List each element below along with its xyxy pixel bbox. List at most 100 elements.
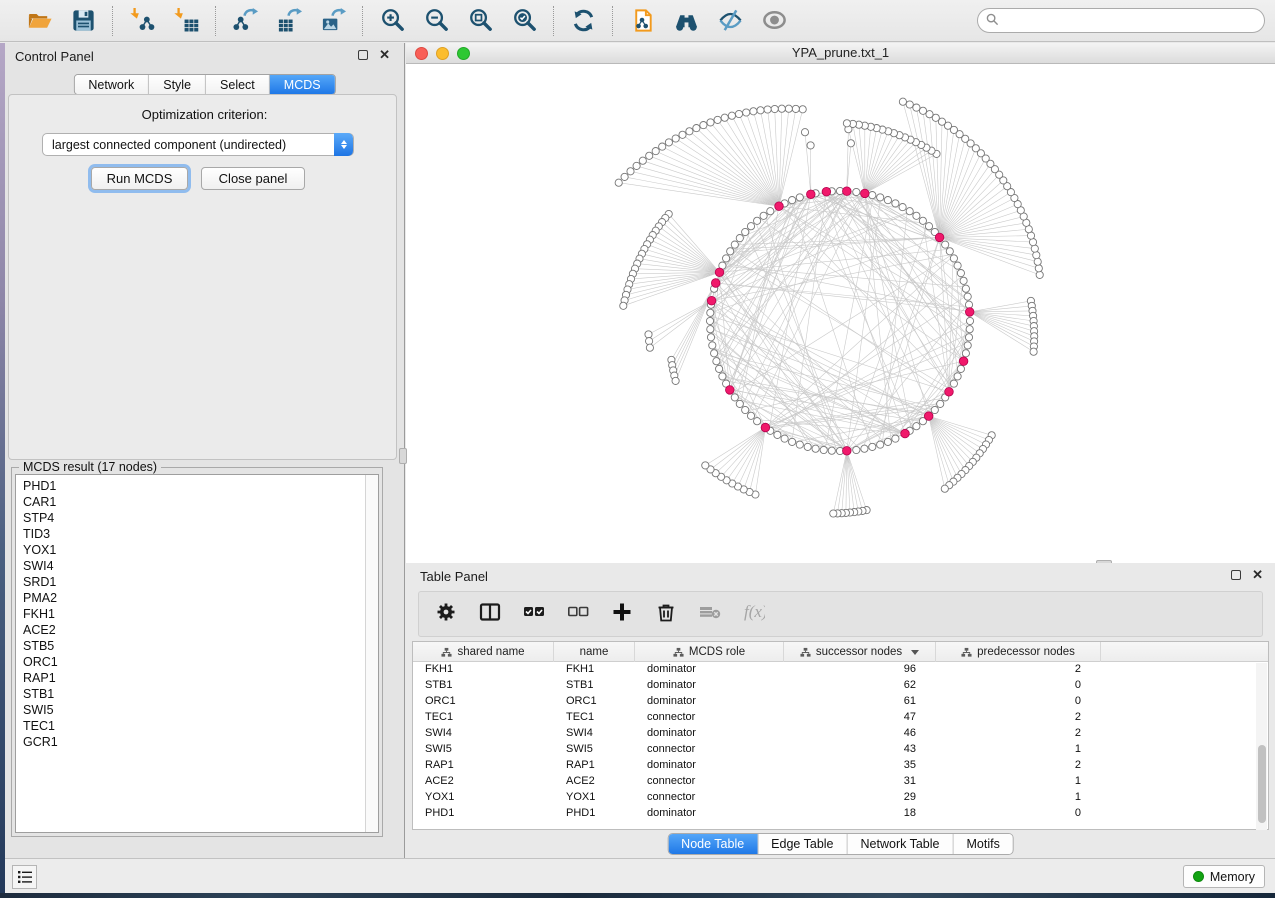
mcds-result-item[interactable]: RAP1 bbox=[23, 670, 378, 686]
result-list-scrollbar[interactable] bbox=[365, 475, 378, 832]
cell: RAP1 bbox=[554, 758, 635, 774]
cell: 46 bbox=[784, 726, 936, 742]
select-all-icon[interactable] bbox=[523, 601, 545, 628]
optimization-criterion-dropdown[interactable]: largest connected component (undirected) bbox=[42, 133, 354, 156]
toolbar-group bbox=[10, 6, 112, 36]
refresh-icon[interactable] bbox=[568, 6, 598, 36]
column-header-shared-name[interactable]: shared name bbox=[413, 642, 554, 662]
network-graph[interactable] bbox=[406, 64, 1275, 563]
mcds-result-item[interactable]: STB5 bbox=[23, 638, 378, 654]
mcds-result-item[interactable]: PMA2 bbox=[23, 590, 378, 606]
cell: dominator bbox=[635, 726, 784, 742]
delete-column-icon[interactable] bbox=[655, 601, 677, 628]
tab-node-table[interactable]: Node Table bbox=[668, 834, 758, 854]
table-row[interactable]: SWI5SWI5connector431 bbox=[413, 742, 1268, 758]
tab-select[interactable]: Select bbox=[206, 75, 270, 94]
zoom-fit-icon[interactable] bbox=[465, 6, 495, 36]
close-panel-icon[interactable]: ✕ bbox=[379, 50, 390, 60]
tab-mcds[interactable]: MCDS bbox=[270, 75, 335, 94]
tab-network[interactable]: Network bbox=[74, 75, 149, 94]
import-network-icon[interactable] bbox=[127, 6, 157, 36]
import-table-icon[interactable] bbox=[171, 6, 201, 36]
add-column-icon[interactable] bbox=[611, 601, 633, 628]
run-mcds-button[interactable]: Run MCDS bbox=[91, 167, 188, 190]
table-row[interactable]: STB1STB1dominator620 bbox=[413, 678, 1268, 694]
task-history-button[interactable] bbox=[12, 865, 37, 889]
column-header-predecessor-nodes[interactable]: predecessor nodes bbox=[936, 642, 1101, 662]
mcds-result-item[interactable]: CAR1 bbox=[23, 494, 378, 510]
save-icon[interactable] bbox=[68, 6, 98, 36]
tab-edge-table[interactable]: Edge Table bbox=[758, 834, 847, 854]
export-table-icon[interactable] bbox=[274, 6, 304, 36]
open-folder-icon[interactable] bbox=[24, 6, 54, 36]
mcds-result-item[interactable]: STB1 bbox=[23, 686, 378, 702]
network-from-selection-icon[interactable] bbox=[627, 6, 657, 36]
dropdown-value: largest connected component (undirected) bbox=[52, 138, 286, 152]
hide-selected-icon[interactable] bbox=[715, 6, 745, 36]
memory-status-icon bbox=[1193, 871, 1204, 882]
mcds-result-item[interactable]: FKH1 bbox=[23, 606, 378, 622]
column-header-MCDS-role[interactable]: MCDS role bbox=[635, 642, 784, 662]
cell: 2 bbox=[936, 726, 1101, 742]
toolbar-groups bbox=[10, 6, 803, 36]
mcds-result-item[interactable]: TID3 bbox=[23, 526, 378, 542]
minimize-window-icon[interactable] bbox=[436, 47, 449, 60]
table-toolbar: f(x) bbox=[418, 591, 1263, 637]
mcds-result-list[interactable]: PHD1CAR1STP4TID3YOX1SWI4SRD1PMA2FKH1ACE2… bbox=[15, 474, 379, 833]
tab-style[interactable]: Style bbox=[149, 75, 206, 94]
zoom-in-icon[interactable] bbox=[377, 6, 407, 36]
table-scrollbar-thumb[interactable] bbox=[1258, 745, 1266, 823]
maximize-window-icon[interactable] bbox=[457, 47, 470, 60]
vertical-splitter-handle[interactable] bbox=[399, 448, 407, 464]
export-image-icon[interactable] bbox=[318, 6, 348, 36]
mcds-result-item[interactable]: SWI5 bbox=[23, 702, 378, 718]
mcds-result-item[interactable]: SWI4 bbox=[23, 558, 378, 574]
memory-button[interactable]: Memory bbox=[1183, 865, 1265, 888]
float-table-panel-icon[interactable] bbox=[1231, 570, 1241, 580]
export-network-icon[interactable] bbox=[230, 6, 260, 36]
cell: 62 bbox=[784, 678, 936, 694]
zoom-selected-icon[interactable] bbox=[509, 6, 539, 36]
tab-motifs[interactable]: Motifs bbox=[953, 834, 1012, 854]
show-hidden-icon[interactable] bbox=[759, 6, 789, 36]
zoom-out-icon[interactable] bbox=[421, 6, 451, 36]
table-row[interactable]: ORC1ORC1dominator610 bbox=[413, 694, 1268, 710]
tab-network-table[interactable]: Network Table bbox=[848, 834, 954, 854]
float-panel-icon[interactable] bbox=[358, 50, 368, 60]
deselect-all-icon[interactable] bbox=[567, 601, 589, 628]
cell: 43 bbox=[784, 742, 936, 758]
sort-descending-icon bbox=[911, 650, 919, 655]
close-window-icon[interactable] bbox=[415, 47, 428, 60]
table-row[interactable]: YOX1YOX1connector291 bbox=[413, 790, 1268, 806]
table-row[interactable]: PHD1PHD1dominator180 bbox=[413, 806, 1268, 822]
search-box bbox=[977, 8, 1265, 33]
mcds-result-item[interactable]: STP4 bbox=[23, 510, 378, 526]
network-canvas[interactable] bbox=[406, 64, 1275, 563]
table-row[interactable]: TEC1TEC1connector472 bbox=[413, 710, 1268, 726]
mcds-result-item[interactable]: ACE2 bbox=[23, 622, 378, 638]
mcds-result-item[interactable]: PHD1 bbox=[23, 478, 378, 494]
table-row[interactable]: SWI4SWI4dominator462 bbox=[413, 726, 1268, 742]
close-table-panel-icon[interactable]: ✕ bbox=[1252, 570, 1263, 580]
columns-icon[interactable] bbox=[479, 601, 501, 628]
cell: ACE2 bbox=[554, 774, 635, 790]
mcds-result-item[interactable]: SRD1 bbox=[23, 574, 378, 590]
table-row[interactable]: RAP1RAP1dominator352 bbox=[413, 758, 1268, 774]
table-row[interactable]: ACE2ACE2connector311 bbox=[413, 774, 1268, 790]
mcds-result-item[interactable]: YOX1 bbox=[23, 542, 378, 558]
binoculars-icon[interactable] bbox=[671, 6, 701, 36]
column-header-successor-nodes[interactable]: successor nodes bbox=[784, 642, 936, 662]
mcds-result-item[interactable]: TEC1 bbox=[23, 718, 378, 734]
column-header-name[interactable]: name bbox=[554, 642, 635, 662]
cell: 18 bbox=[784, 806, 936, 822]
network-window-titlebar[interactable]: YPA_prune.txt_1 bbox=[406, 43, 1275, 64]
mcds-result-item[interactable]: GCR1 bbox=[23, 734, 378, 750]
table-panel-title: Table Panel bbox=[420, 569, 488, 584]
close-panel-button[interactable]: Close panel bbox=[201, 167, 305, 190]
table-scrollbar[interactable] bbox=[1256, 663, 1267, 830]
mcds-result-title: MCDS result (17 nodes) bbox=[19, 460, 161, 474]
search-input[interactable] bbox=[977, 8, 1265, 33]
mcds-result-item[interactable]: ORC1 bbox=[23, 654, 378, 670]
table-row[interactable]: FKH1FKH1dominator962 bbox=[413, 662, 1268, 678]
gear-icon[interactable] bbox=[435, 601, 457, 628]
